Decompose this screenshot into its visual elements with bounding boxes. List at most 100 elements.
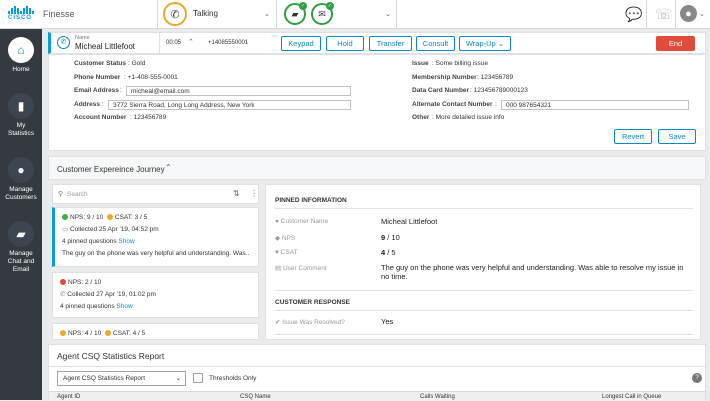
avatar[interactable]: ●	[680, 5, 697, 22]
phone-status-icon[interactable]: ✆	[163, 2, 187, 26]
show-link[interactable]: Show	[118, 238, 134, 245]
journey-card[interactable]: NPS: 9 / 10 CSAT: 3 / 5 ▭ Collected 25 A…	[52, 207, 259, 267]
end-call-button[interactable]: End	[656, 36, 695, 51]
sort-icon[interactable]: ⇅	[233, 189, 240, 198]
divider	[276, 0, 277, 29]
card-scores: NPS: 4 / 10 CSAT: 4 / 5	[60, 328, 251, 339]
alternate-contact-field[interactable]: 000 987654321	[501, 100, 689, 110]
nps-score: NPS: 2 / 10	[68, 279, 102, 286]
phone-number-value: : +1-408-555-0001	[124, 74, 178, 81]
nps-dot-icon	[62, 214, 68, 221]
consult-button[interactable]: Consult	[416, 36, 455, 51]
journey-body: ⚲ Search ⇅ ⋮ NPS: 9 / 10 CSAT: 3 / 5 ▭ C…	[48, 180, 706, 340]
customer-status-label: Customer Status	[74, 60, 127, 67]
chevron-down-icon[interactable]: ⌄	[385, 10, 391, 18]
save-button[interactable]: Save	[658, 129, 696, 144]
transfer-button[interactable]: Transfer	[369, 36, 412, 51]
csat-score: CSAT: 3 / 5	[114, 214, 148, 221]
help-icon[interactable]: ?	[692, 373, 702, 383]
show-link[interactable]: Show	[116, 303, 132, 310]
chat-channel-icon[interactable]: ▰ ✓	[284, 2, 307, 25]
call-timer: 00:05	[166, 40, 182, 46]
thresholds-checkbox[interactable]	[193, 373, 203, 383]
csat-dot-icon	[106, 214, 113, 221]
nps-dot-icon	[60, 279, 66, 286]
sidebar-item-my-statistics[interactable]: ▮ My Statistics	[0, 93, 42, 138]
card-scores: NPS: 2 / 10	[60, 277, 251, 289]
sidebar-item-manage-chat-email[interactable]: ▰ Manage Chat and Email	[0, 221, 42, 274]
journey-card[interactable]: NPS: 4 / 10 CSAT: 4 / 5	[52, 323, 259, 340]
issue-value: : Some billing issue	[432, 60, 489, 67]
account-number-text: 123456789	[133, 114, 167, 121]
column-header[interactable]: Agent ID	[57, 394, 80, 400]
data-card-number-value: : 123456789000123	[470, 87, 528, 94]
agent-status-label[interactable]: Talking	[193, 9, 218, 18]
data-card-number-text: 123456789000123	[473, 87, 528, 94]
wrap-up-label: Wrap-Up	[465, 39, 496, 48]
pinned-information-panel: PINNED INFORMATION ● Customer Name Miche…	[265, 184, 701, 340]
journey-header[interactable]: Customer Expereince Journey ⌃	[48, 156, 706, 180]
issue-text: Some billing issue	[435, 60, 489, 67]
chevron-down-icon[interactable]: ⌄	[699, 10, 705, 18]
phone-number-label: Phone Number	[74, 74, 121, 81]
chevron-up-icon[interactable]: ⌃	[165, 163, 172, 172]
user-comment-label: User Comment	[282, 265, 327, 272]
divider	[646, 0, 647, 29]
csat-value-max: / 5	[385, 248, 396, 257]
journey-card[interactable]: NPS: 2 / 10 ✆ Collected 27 Apr '19, 01:0…	[52, 272, 259, 318]
search-bar: ⚲ Search ⇅ ⋮	[52, 184, 259, 204]
wrap-up-button[interactable]: Wrap-Up ⌄	[459, 36, 511, 51]
sidebar-item-label: Home	[12, 66, 30, 73]
card-collected: ✆ Collected 27 Apr '19, 01:02 pm	[60, 289, 251, 301]
hold-button[interactable]: Hold	[326, 36, 364, 51]
caller-number: +14085550001	[208, 40, 249, 46]
email-channel-icon[interactable]: ✉ ✓	[311, 2, 334, 25]
nps-label: NPS	[281, 235, 296, 242]
report-select-value: Agent CSQ Statistics Report	[63, 375, 146, 382]
dialpad-icon[interactable]: ☏	[655, 6, 673, 23]
chat-bubbles-icon[interactable]: 💬	[625, 6, 642, 23]
more-options-icon[interactable]: ⋮	[250, 189, 258, 198]
revert-button[interactable]: Revert	[614, 129, 652, 144]
pinned-info-title: PINNED INFORMATION	[275, 197, 347, 204]
nps-score: NPS: 9 / 10	[70, 214, 104, 221]
email-field[interactable]: micheal@email.com	[126, 86, 351, 96]
comment-icon: ▤	[275, 265, 282, 272]
account-number-label: Account Number	[74, 114, 127, 121]
app-title: Finesse	[43, 9, 75, 19]
caller-name: Micheal Littlefoot	[75, 42, 136, 51]
sidebar-item-label: Manage Customers	[5, 186, 37, 201]
colon: :	[120, 87, 122, 94]
sidebar-item-manage-customers[interactable]: ● Manage Customers	[0, 157, 42, 202]
sidebar-item-label: My Statistics	[7, 122, 34, 137]
thresholds-label: Thresholds Only	[209, 375, 257, 382]
person-icon: ●	[8, 157, 34, 183]
keypad-button[interactable]: Keypad	[281, 36, 321, 51]
report-select[interactable]: Agent CSQ Statistics Report ⌄	[57, 371, 186, 386]
colon: :	[495, 101, 497, 108]
nps-value: 9 / 10	[381, 233, 400, 242]
column-header[interactable]: Calls Waiting	[420, 394, 455, 400]
nps-value-max: / 10	[385, 233, 400, 242]
heart-icon: ♥	[275, 249, 279, 256]
chevron-up-icon[interactable]: ⌃	[188, 38, 194, 46]
customer-name-value: Micheal Littlefoot	[381, 217, 438, 226]
customer-status-text: Gold	[131, 60, 146, 67]
address-field[interactable]: 3772 Sierra Road, Long Long Address, New…	[108, 100, 351, 110]
column-header[interactable]: CSQ Name	[240, 394, 271, 400]
issue-resolved-label: Issue Was Resolved?	[282, 319, 345, 326]
home-icon: ⌂	[8, 37, 34, 63]
tag-icon: ◆	[275, 235, 280, 242]
card-comment: The guy on the phone was very helpful an…	[62, 250, 250, 257]
chevron-down-icon[interactable]: ⌄	[264, 10, 270, 18]
csat-score: CSAT: 4 / 5	[112, 330, 146, 337]
column-header[interactable]: Longest Call in Queue	[602, 394, 661, 400]
divider	[49, 366, 705, 367]
account-number-value: : 123456789	[130, 114, 167, 121]
sidebar-item-home[interactable]: ⌂ Home	[0, 37, 42, 74]
divider	[159, 33, 160, 53]
collected-date: Collected 25 Apr '19, 04:52 pm	[69, 226, 159, 233]
top-bar: CISCO Finesse ✆ Talking ⌄ ▰ ✓ ✉ ✓ ⌄ 💬 ☏ ● …	[0, 0, 710, 29]
search-icon: ⚲	[58, 191, 64, 198]
search-input[interactable]: Search	[67, 191, 88, 198]
